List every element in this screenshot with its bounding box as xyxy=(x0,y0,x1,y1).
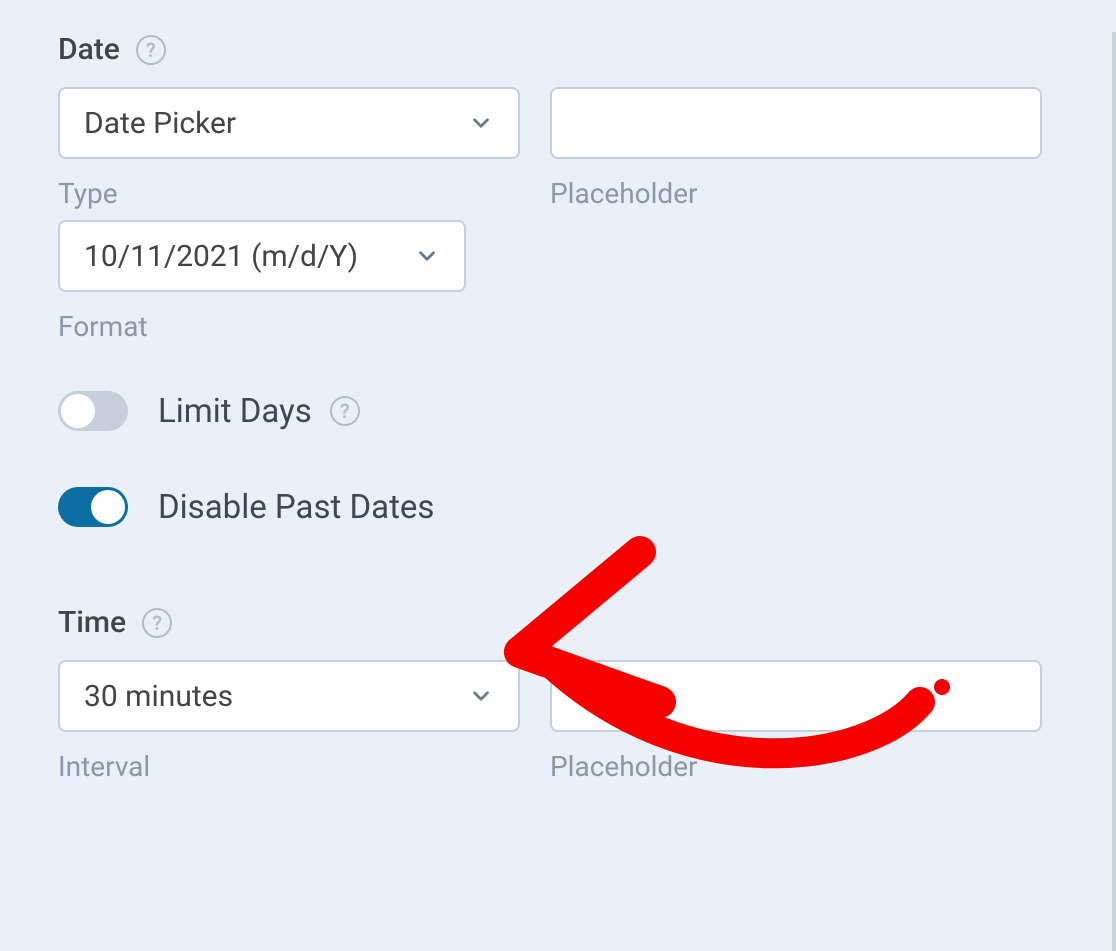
date-type-select[interactable]: Date Picker xyxy=(58,87,520,159)
date-placeholder-input[interactable] xyxy=(550,87,1042,159)
help-icon[interactable]: ? xyxy=(136,35,166,65)
disable-past-label: Disable Past Dates xyxy=(158,488,434,527)
date-label: Date xyxy=(58,32,120,67)
disable-past-label-wrap: Disable Past Dates xyxy=(158,488,434,527)
chevron-down-icon xyxy=(468,110,494,136)
date-row-1: Date Picker Type Placeholder xyxy=(58,87,1054,210)
disable-past-row: Disable Past Dates xyxy=(58,487,1054,527)
date-type-sublabel: Type xyxy=(58,177,520,210)
disable-past-toggle[interactable] xyxy=(58,487,128,527)
time-row-1: 30 minutes Interval Placeholder xyxy=(58,660,1054,783)
date-format-value: 10/11/2021 (m/d/Y) xyxy=(84,239,358,274)
chevron-down-icon xyxy=(414,243,440,269)
limit-days-label: Limit Days xyxy=(158,392,312,431)
help-icon[interactable]: ? xyxy=(330,396,360,426)
time-label: Time xyxy=(58,605,126,640)
date-placeholder-sublabel: Placeholder xyxy=(550,177,1042,210)
limit-days-row: Limit Days ? xyxy=(58,391,1054,431)
limit-days-label-wrap: Limit Days ? xyxy=(158,392,360,431)
limit-days-toggle[interactable] xyxy=(58,391,128,431)
time-section-title: Time ? xyxy=(58,605,1054,640)
date-format-sublabel: Format xyxy=(58,310,466,343)
chevron-down-icon xyxy=(468,683,494,709)
date-row-2: 10/11/2021 (m/d/Y) Format xyxy=(58,220,1054,343)
time-interval-select[interactable]: 30 minutes xyxy=(58,660,520,732)
time-interval-sublabel: Interval xyxy=(58,750,520,783)
time-interval-value: 30 minutes xyxy=(84,679,233,714)
toggle-knob xyxy=(61,394,95,428)
time-placeholder-sublabel: Placeholder xyxy=(550,750,1042,783)
settings-panel: Date ? Date Picker Type Placeholder 10/1… xyxy=(0,32,1116,951)
time-placeholder-input[interactable] xyxy=(550,660,1042,732)
help-icon[interactable]: ? xyxy=(142,608,172,638)
date-type-value: Date Picker xyxy=(84,106,236,141)
date-format-select[interactable]: 10/11/2021 (m/d/Y) xyxy=(58,220,466,292)
toggle-knob xyxy=(91,490,125,524)
date-section-title: Date ? xyxy=(58,32,1054,67)
